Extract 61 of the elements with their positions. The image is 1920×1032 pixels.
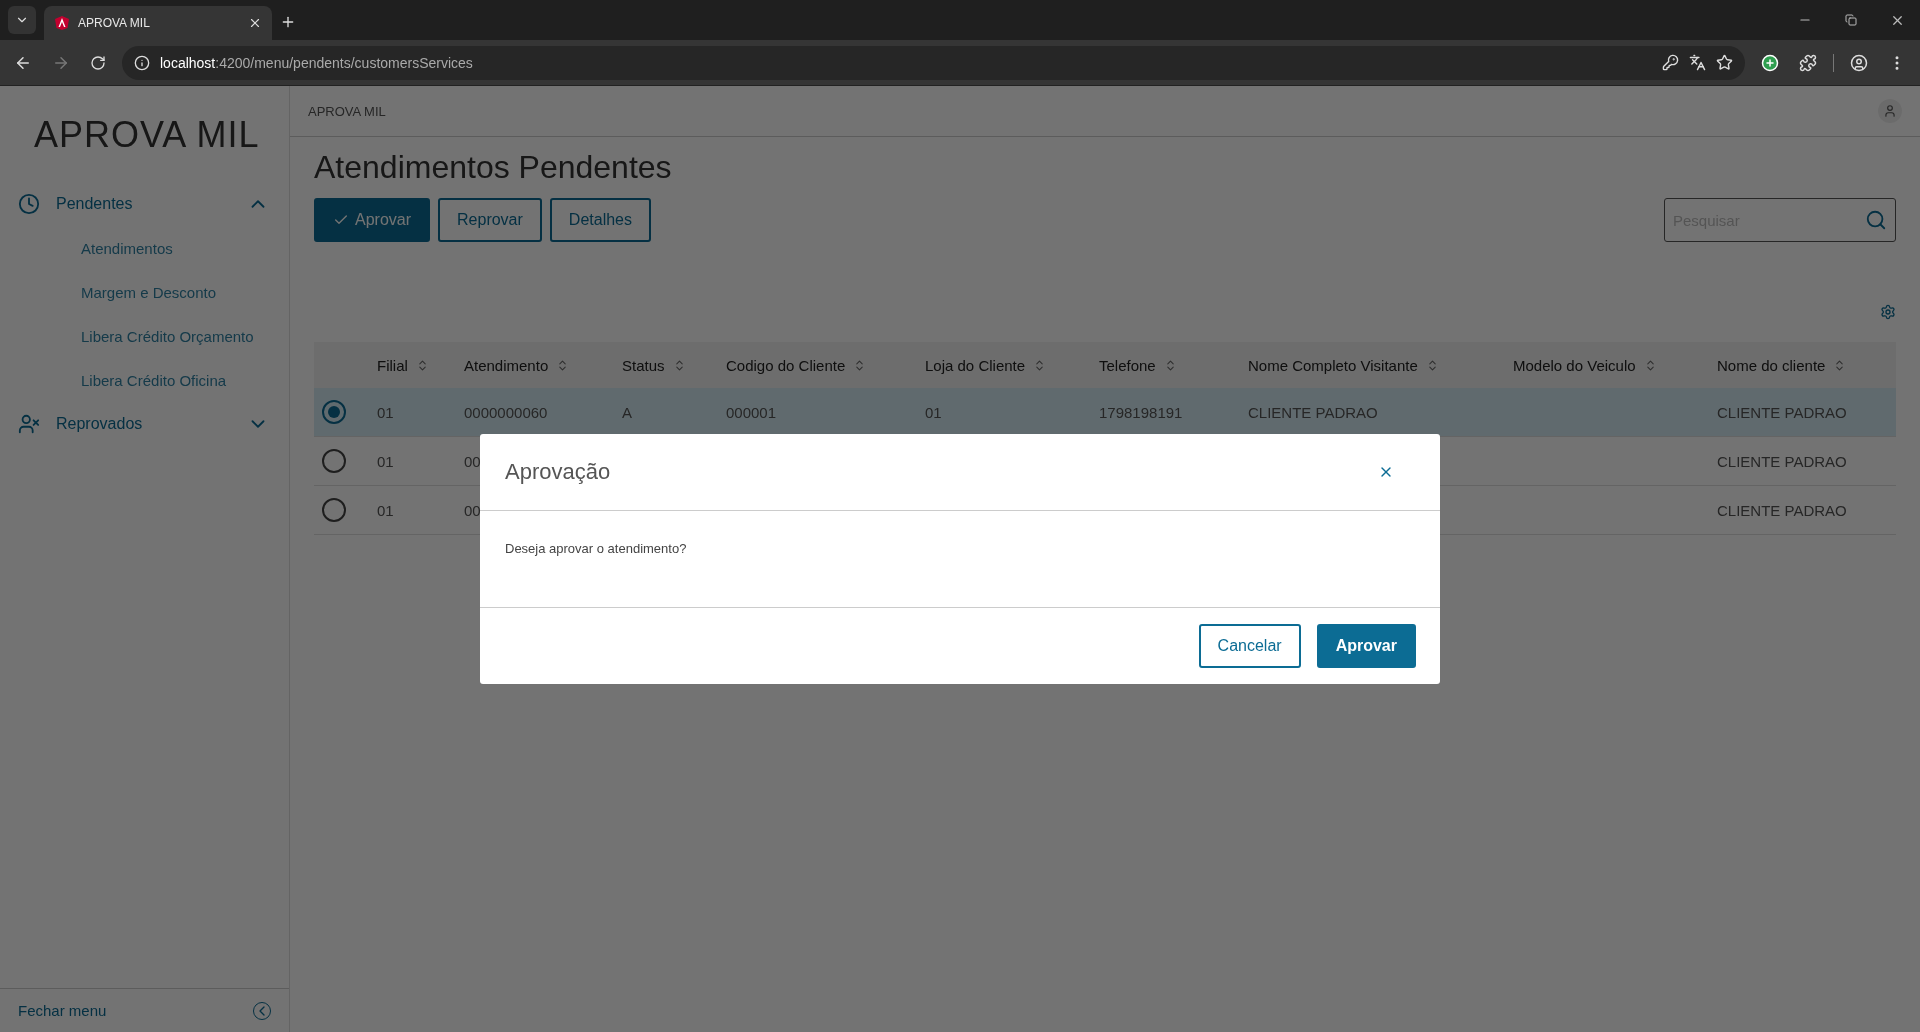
table-cell-text: A: [621, 403, 633, 421]
search-icon[interactable]: [1865, 209, 1887, 231]
column-header[interactable]: Nome Completo Visitante: [1248, 356, 1418, 374]
table-cell-text: 00: [463, 501, 482, 519]
sidebar-item[interactable]: Atendimentos: [0, 226, 289, 270]
clock-user-icon: [18, 193, 40, 215]
action-button[interactable]: Reprovar: [438, 198, 542, 242]
table-cell-text: 0000000060: [463, 403, 549, 421]
column-header[interactable]: Atendimento: [464, 356, 549, 374]
close-menu-link[interactable]: Fechar menu: [18, 1002, 107, 1019]
app-logo-icon: [54, 15, 70, 31]
settings-icon[interactable]: [1880, 304, 1896, 320]
sidebar-item[interactable]: Libera Crédito Oficina: [0, 358, 289, 402]
sidebar-group[interactable]: Pendentes: [0, 182, 289, 226]
table-cell-text: CLIENTE PADRAO: [1247, 403, 1379, 421]
translate-icon[interactable]: [1689, 54, 1706, 71]
radio-button[interactable]: [322, 498, 346, 522]
table-cell-text: 1798198191: [1098, 403, 1184, 421]
column-header[interactable]: Filial: [377, 356, 408, 374]
sidebar-item[interactable]: Libera Crédito Orçamento: [0, 314, 289, 358]
user-x-icon: [18, 413, 40, 435]
dialog-button[interactable]: Cancelar: [1198, 624, 1301, 668]
brand-title: APROVA MIL: [33, 113, 261, 157]
tab-list-button[interactable]: [8, 6, 36, 34]
table-cell-text: CLIENTE PADRAO: [1716, 501, 1848, 519]
column-header[interactable]: Telefone: [1099, 356, 1156, 374]
page-title: Atendimentos Pendentes: [314, 149, 673, 186]
table-cell-text: 01: [376, 501, 395, 519]
user-avatar[interactable]: [1878, 99, 1902, 123]
header-brand: APROVA MIL: [308, 103, 386, 119]
table-row[interactable]: 01 0000000060 A 000001 01 1798198191 CLIENTE PADRAO CLIENTE PADRAO: [314, 388, 1896, 437]
table-cell-text: CLIENTE PADRAO: [1716, 452, 1848, 470]
dialog-message: Deseja aprovar o atendimento?: [505, 541, 687, 556]
sidebar-item[interactable]: Margem e Desconto: [0, 270, 289, 314]
column-header[interactable]: Loja do Cliente: [925, 356, 1026, 374]
close-icon[interactable]: [248, 16, 262, 30]
key-icon[interactable]: [1662, 54, 1679, 71]
dialog-button[interactable]: Aprovar: [1316, 624, 1416, 668]
new-tab-icon[interactable]: [280, 14, 296, 30]
sidebar-group[interactable]: Reprovados: [0, 402, 289, 446]
browser-tab[interactable]: APROVA MIL: [44, 6, 272, 40]
table-cell-text: 01: [376, 403, 395, 421]
column-header[interactable]: Modelo do Veiculo: [1513, 356, 1636, 374]
table-cell-text: 000001: [725, 403, 778, 421]
radio-button[interactable]: [322, 400, 346, 424]
table-cell-text: CLIENTE PADRAO: [1716, 403, 1848, 421]
action-button[interactable]: Aprovar: [314, 198, 431, 242]
column-header[interactable]: Codigo do Cliente: [726, 356, 846, 374]
info-icon[interactable]: [134, 54, 150, 71]
action-button[interactable]: Detalhes: [549, 198, 651, 242]
table-cell-text: 01: [376, 452, 395, 470]
column-header[interactable]: Nome do cliente: [1717, 356, 1826, 374]
table-cell-text: 00: [463, 452, 482, 470]
url-text: localhost:4200/menu/pendents/customersServices: [160, 54, 474, 71]
radio-button[interactable]: [322, 449, 346, 473]
address-bar[interactable]: localhost:4200/menu/pendents/customersServices: [122, 45, 1745, 80]
star-icon[interactable]: [1716, 54, 1733, 71]
column-header[interactable]: Status: [622, 356, 665, 374]
dialog-title: Aprovação: [505, 459, 611, 485]
table-cell-text: 01: [924, 403, 943, 421]
tab-title: APROVA MIL: [78, 16, 151, 30]
